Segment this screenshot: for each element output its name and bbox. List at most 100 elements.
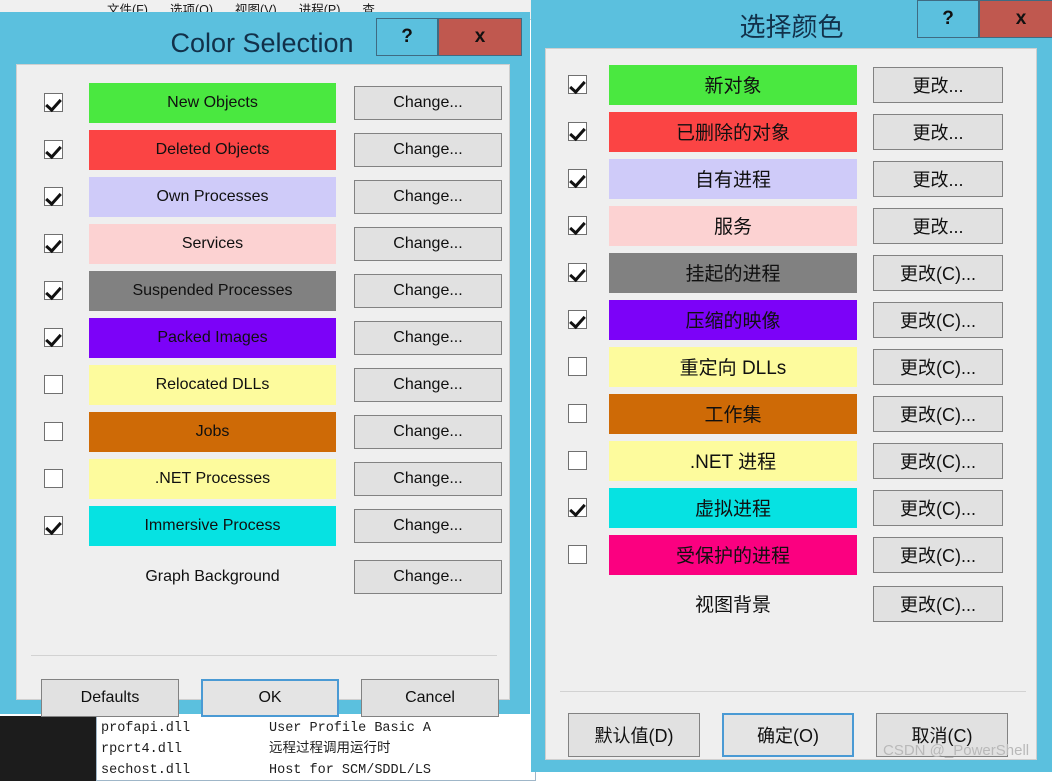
ok-button[interactable]: 确定(O)	[722, 713, 854, 757]
color-row: Immersive Process Change...	[17, 502, 509, 549]
color-swatch[interactable]: Own Processes	[89, 176, 336, 217]
row-checkbox-cell	[546, 357, 609, 376]
graph-background-label: Graph Background	[145, 567, 280, 585]
change-color-button[interactable]: Change...	[354, 508, 502, 543]
checkbox-unchecked[interactable]	[568, 404, 587, 423]
color-swatch[interactable]: 工作集	[609, 393, 857, 434]
color-swatch[interactable]: Suspended Processes	[89, 270, 336, 311]
change-color-button[interactable]: 更改(C)...	[873, 395, 1003, 432]
checkbox-unchecked[interactable]	[43, 469, 63, 488]
checkbox-checked[interactable]	[568, 310, 587, 329]
color-swatch[interactable]: 受保护的进程	[609, 534, 857, 575]
color-swatch[interactable]: .NET Processes	[89, 458, 336, 499]
color-swatch[interactable]: Services	[89, 223, 336, 264]
footer-divider	[31, 655, 497, 656]
change-color-button[interactable]: 更改(C)...	[873, 254, 1003, 291]
change-color-button[interactable]: Change...	[354, 414, 502, 449]
color-swatch[interactable]: 自有进程	[609, 158, 857, 199]
change-color-button[interactable]: 更改...	[873, 207, 1003, 244]
change-color-button[interactable]: 更改(C)...	[873, 442, 1003, 479]
right-dialog-panel: 新对象 更改... 已删除的对象 更改... 自有进程 更改... 服务 更改... 挂起的进程…	[545, 48, 1037, 760]
color-swatch[interactable]: 虚拟进程	[609, 487, 857, 528]
change-color-button[interactable]: Change...	[354, 132, 502, 167]
color-row: .NET Processes Change...	[17, 455, 509, 502]
color-swatch[interactable]: .NET 进程	[609, 440, 857, 481]
change-color-button[interactable]: 更改(C)...	[873, 489, 1003, 526]
row-checkbox-cell	[546, 451, 609, 470]
right-help-button[interactable]: ?	[917, 0, 979, 38]
defaults-button[interactable]: 默认值(D)	[568, 713, 700, 757]
row-checkbox-cell	[17, 140, 89, 159]
checkbox-checked[interactable]	[43, 281, 63, 300]
checkbox-unchecked[interactable]	[568, 451, 587, 470]
change-graph-background-button[interactable]: Change...	[354, 559, 502, 594]
row-checkbox-cell	[546, 310, 609, 329]
checkbox-unchecked[interactable]	[43, 375, 63, 394]
change-color-button[interactable]: 更改...	[873, 160, 1003, 197]
change-color-button[interactable]: Change...	[354, 226, 502, 261]
checkbox-checked[interactable]	[43, 234, 63, 253]
change-color-button[interactable]: 更改...	[873, 113, 1003, 150]
color-swatch[interactable]: 服务	[609, 205, 857, 246]
checkbox-checked[interactable]	[568, 216, 587, 235]
color-swatch[interactable]: 挂起的进程	[609, 252, 857, 293]
right-close-button[interactable]: x	[979, 0, 1052, 38]
module-list-row[interactable]: profapi.dll User Profile Basic A	[101, 718, 535, 739]
left-help-button[interactable]: ?	[376, 18, 438, 56]
row-checkbox-cell	[17, 375, 89, 394]
change-color-button[interactable]: 更改...	[873, 66, 1003, 103]
module-name: profapi.dll	[101, 721, 191, 736]
change-color-button[interactable]: 更改(C)...	[873, 536, 1003, 573]
checkbox-checked[interactable]	[43, 328, 63, 347]
module-list-row[interactable]: sechost.dll Host for SCM/SDDL/LS	[101, 760, 535, 780]
background-module-list: profapi.dll User Profile Basic A rpcrt4.dl…	[96, 716, 536, 781]
color-swatch[interactable]: New Objects	[89, 82, 336, 123]
color-row: Jobs Change...	[17, 408, 509, 455]
checkbox-checked[interactable]	[568, 263, 587, 282]
checkbox-checked[interactable]	[43, 187, 63, 206]
change-color-button[interactable]: Change...	[354, 367, 502, 402]
change-color-button[interactable]: Change...	[354, 320, 502, 355]
checkbox-checked[interactable]	[568, 498, 587, 517]
checkbox-checked[interactable]	[568, 122, 587, 141]
checkbox-unchecked[interactable]	[568, 357, 587, 376]
change-graph-background-button[interactable]: 更改(C)...	[873, 585, 1003, 622]
color-swatch[interactable]: Jobs	[89, 411, 336, 452]
color-row: 自有进程 更改...	[546, 155, 1036, 202]
change-color-button[interactable]: 更改(C)...	[873, 301, 1003, 338]
color-swatch[interactable]: 新对象	[609, 64, 857, 105]
checkbox-unchecked[interactable]	[568, 545, 587, 564]
checkbox-checked[interactable]	[43, 93, 63, 112]
color-swatch[interactable]: 重定向 DLLs	[609, 346, 857, 387]
defaults-button[interactable]: Defaults	[41, 679, 179, 717]
checkbox-checked[interactable]	[43, 140, 63, 159]
row-checkbox-cell	[546, 263, 609, 282]
color-swatch[interactable]: Packed Images	[89, 317, 336, 358]
checkbox-checked[interactable]	[43, 516, 63, 535]
select-color-dialog: 选择颜色 ? x 新对象 更改... 已删除的对象 更改... 自有进程 更改... 服务更…	[531, 0, 1052, 772]
checkbox-checked[interactable]	[568, 75, 587, 94]
color-row: Packed Images Change...	[17, 314, 509, 361]
left-close-button[interactable]: x	[438, 18, 522, 56]
graph-background-row: 视图背景 更改(C)...	[546, 580, 1036, 627]
color-swatch[interactable]: Deleted Objects	[89, 129, 336, 170]
color-swatch[interactable]: Relocated DLLs	[89, 364, 336, 405]
color-swatch[interactable]: 已删除的对象	[609, 111, 857, 152]
change-color-button[interactable]: Change...	[354, 85, 502, 120]
color-swatch[interactable]: Immersive Process	[89, 505, 336, 546]
module-list-row[interactable]: rpcrt4.dll 远程过程调用运行时	[101, 739, 535, 760]
row-checkbox-cell	[546, 498, 609, 517]
checkbox-checked[interactable]	[568, 169, 587, 188]
change-color-button[interactable]: Change...	[354, 461, 502, 496]
checkbox-unchecked[interactable]	[43, 422, 63, 441]
cancel-button[interactable]: Cancel	[361, 679, 499, 717]
ok-button[interactable]: OK	[201, 679, 339, 717]
row-checkbox-cell	[17, 187, 89, 206]
color-row: 压缩的映像 更改(C)...	[546, 296, 1036, 343]
color-selection-dialog: Color Selection ? x New Objects Change...…	[0, 12, 530, 717]
row-checkbox-cell	[546, 122, 609, 141]
change-color-button[interactable]: 更改(C)...	[873, 348, 1003, 385]
change-color-button[interactable]: Change...	[354, 179, 502, 214]
change-color-button[interactable]: Change...	[354, 273, 502, 308]
color-swatch[interactable]: 压缩的映像	[609, 299, 857, 340]
